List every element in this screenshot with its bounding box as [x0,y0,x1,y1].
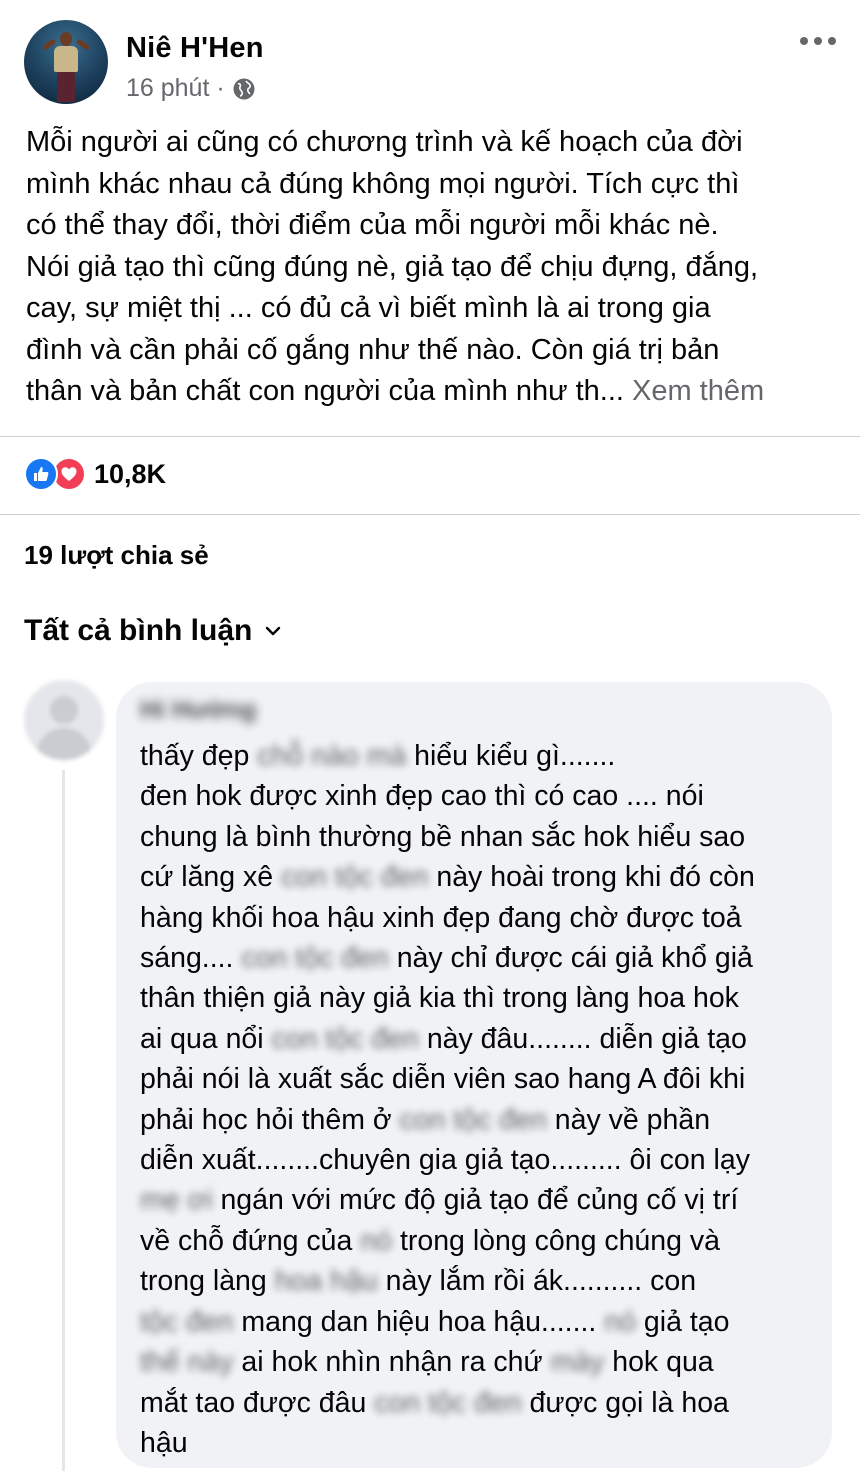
post-meta: 16 phút · [126,74,256,103]
comments-filter-label: Tất cả bình luận [24,614,253,647]
comment-text-line: đen hok được xinh đẹp cao thì có cao ...… [140,776,830,816]
redacted-text: con tộc đen [281,861,429,894]
comment-text-line: sáng.... con tộc đen này chỉ được cái gi… [140,938,830,978]
post-text-truncated: thân và bản chất con người của mình như … [26,375,624,407]
comments-filter-dropdown[interactable]: Tất cả bình luận [24,614,284,648]
comment-text-segment: hàng khối hoa hậu xinh đẹp đang chờ được… [140,901,742,934]
comment-text-segment: ai qua nổi [140,1022,264,1055]
comment-text-segment: đen hok được xinh đẹp cao thì có cao ...… [140,780,704,813]
commenter-avatar[interactable] [24,680,104,760]
author-name[interactable]: Niê H'Hen [126,32,264,65]
see-more-link[interactable]: Xem thêm [632,375,764,407]
comment-text-segment: hok qua [612,1346,714,1379]
comment-text-segment: này hoài trong khi đó còn [436,861,755,894]
comment-text-line: mẹ ơi ngán với mức độ giả tạo để củng cố… [140,1180,830,1220]
comment-text: thấy đẹp chỗ nào mà hiểu kiểu gì....... đ… [140,736,830,1463]
comment-text-line: chung là bình thường bề nhan sắc hok hiể… [140,817,830,857]
comment-text-segment: thấy đẹp [140,740,250,772]
comment-text-line: trong làng hoa hậu này lắm rồi ák.......… [140,1261,830,1301]
comment-text-line: phải nói là xuất sắc diễn viên sao hang … [140,1059,830,1099]
comment-text-segment: này lắm rồi ák.......... con [385,1265,697,1298]
comment-text-line: hàng khối hoa hậu xinh đẹp đang chờ được… [140,898,830,938]
comment-text-segment: mang dan hiệu hoa hậu....... [241,1305,597,1338]
post-text: Mỗi người ai cũng có chương trình và kế … [26,122,836,413]
meta-separator: · [216,74,225,102]
reaction-count: 10,8K [94,458,167,489]
more-options-icon[interactable] [800,34,836,48]
redacted-text: con tộc đen [399,1103,547,1136]
chevron-down-icon [262,620,284,642]
comment-text-segment: sáng.... [140,942,234,975]
redacted-text: mày [550,1346,605,1379]
redacted-text: con tộc đen [241,942,389,975]
post-timestamp[interactable]: 16 phút [126,74,209,103]
comment-thread-line [62,770,65,1471]
comment-text-segment: này đâu........ diễn giả tạo [426,1022,747,1055]
redacted-text: con tộc đen [374,1386,522,1419]
redacted-text: mẹ ơi [140,1184,213,1217]
comment-text-segment: trong lòng công chúng và [399,1224,721,1257]
comment-text-segment: hậu [140,1426,188,1459]
comment-text-line: thân thiện giả này giả kia thì trong làn… [140,978,830,1018]
redacted-text: chỗ nào mà [257,740,407,772]
post-text-line: Mỗi người ai cũng có chương trình và kế … [26,126,743,158]
comment-text-segment: diễn xuất........chuyên gia giả tạo.....… [140,1144,750,1177]
comment-text-line: về chỗ đứng của nó trong lòng công chúng… [140,1221,830,1261]
comment-text-segment: được gọi là hoa [529,1386,729,1419]
divider [0,514,860,515]
comment-text-segment: chung là bình thường bề nhan sắc hok hiể… [140,820,746,853]
post-text-line: Nói giả tạo thì cũng đúng nè, giả tạo để… [26,250,759,283]
redacted-text: hoa hậu [274,1265,378,1298]
redacted-text: con tộc đen [271,1022,419,1055]
comment-text-segment: về chỗ đứng của [140,1224,353,1257]
redacted-text: nó [360,1224,393,1257]
post-header: Niê H'Hen 16 phút · [24,18,836,106]
comment-text-line: thế này ai hok nhìn nhận ra chứ mày hok … [140,1342,830,1382]
comment-text-line: diễn xuất........chuyên gia giả tạo.....… [140,1140,830,1180]
comment-text-segment: cứ lăng xê [140,861,274,894]
post-text-line: cay, sự miệt thị ... có đủ cả vì biết mì… [26,292,711,324]
post-text-line: đình và cần phải cố gắng như thế nào. Cò… [26,333,720,366]
comment-bubble: Hi Hường thấy đẹp chỗ nào mà hiểu kiểu g… [116,682,832,1468]
comment-text-line: phải học hỏi thêm ở con tộc đen này về p… [140,1100,830,1140]
reactions-summary[interactable]: 10,8K [24,454,166,494]
comment-text-line: thấy đẹp chỗ nào mà hiểu kiểu gì....... [140,736,830,776]
like-icon [24,457,58,491]
author-avatar[interactable] [24,20,108,104]
globe-icon [232,77,256,101]
comment-text-segment: này chỉ được cái giả khổ giả [396,942,753,975]
comment-text-segment: ngán với mức độ giả tạo để củng cố vị tr… [220,1184,739,1217]
share-count[interactable]: 19 lượt chia sẻ [24,540,209,571]
comment-text-segment: trong làng [140,1265,267,1298]
commenter-name[interactable]: Hi Hường [140,696,256,728]
comment-text-line: tộc đen mang dan hiệu hoa hậu....... nó … [140,1302,830,1342]
comment-text-line: ai qua nổi con tộc đen này đâu........ d… [140,1019,830,1059]
comment-text-segment: giả tạo [643,1305,730,1338]
post-text-line: mình khác nhau cả đúng không mọi người. … [26,167,740,200]
post-text-line-last: thân và bản chất con người của mình như … [26,371,836,413]
comment-text-line: hậu [140,1423,830,1463]
comment-text-segment: mắt tao được đâu [140,1386,367,1419]
comment-text-segment: ai hok nhìn nhận ra chứ [241,1346,543,1379]
comment-text-segment: phải học hỏi thêm ở [140,1103,392,1136]
comment-text-segment: thân thiện giả này giả kia thì trong làn… [140,982,739,1015]
comment-text-line: mắt tao được đâu con tộc đen được gọi là… [140,1383,830,1423]
redacted-text: tộc đen [140,1305,234,1338]
redacted-text: nó [604,1305,636,1338]
divider [0,436,860,437]
comment-text-segment: hiểu kiểu gì....... [414,740,616,772]
comment-text-line: cứ lăng xê con tộc đen này hoài trong kh… [140,857,830,897]
comment-text-segment: phải nói là xuất sắc diễn viên sao hang … [140,1063,746,1096]
redacted-text: thế này [140,1346,234,1379]
comment-text-segment: này về phần [554,1103,711,1136]
post-text-line: có thể thay đổi, thời điểm của mỗi người… [26,209,719,241]
